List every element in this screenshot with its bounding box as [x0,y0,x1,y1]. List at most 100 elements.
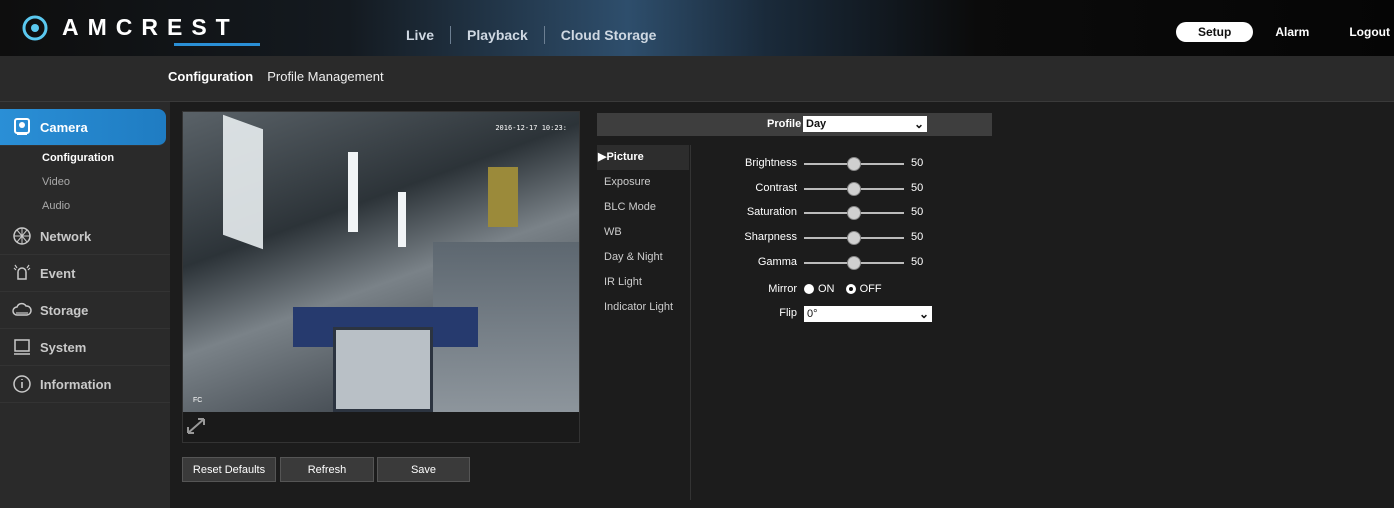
slider-knob[interactable] [847,182,861,196]
contrast-slider[interactable] [804,182,904,196]
camera-preview-image: 2016-12-17 10:23: FC [183,112,579,412]
main-nav: Live Playback Cloud Storage [406,26,656,44]
refresh-button[interactable]: Refresh [280,457,374,482]
sidebar-item-label: Information [40,376,112,392]
menu-divider [690,145,691,500]
menu-item-ir-light[interactable]: IR Light [597,270,689,295]
network-icon [12,226,32,246]
flip-select[interactable]: 0° ⌄ [804,306,932,322]
sidebar-item-label: System [40,339,87,355]
gamma-label: Gamma [757,256,797,268]
sharpness-label: Sharpness [744,231,797,243]
contrast-value: 50 [911,182,924,194]
flip-select-value: 0° [807,308,818,320]
profile-select-value: Day [806,118,827,130]
brand-name: AMCREST [62,14,239,40]
profile-select[interactable]: Day ⌄ [803,116,927,132]
mirror-options: ON OFF [804,283,882,295]
sidebar-item-label: Camera [40,119,88,135]
sidebar-item-storage[interactable]: Storage [0,292,170,329]
brightness-slider[interactable] [804,157,904,171]
reset-defaults-button[interactable]: Reset Defaults [182,457,276,482]
saturation-slider[interactable] [804,206,904,220]
mirror-on-label: ON [818,283,835,295]
menu-item-wb[interactable]: WB [597,220,689,245]
sidebar-item-camera[interactable]: Camera [0,109,166,146]
video-preview-panel: 2016-12-17 10:23: FC [182,111,580,443]
logo: AMCREST [22,14,239,41]
sidebar-item-label: Network [40,228,92,244]
logout-link[interactable]: Logout [1349,25,1390,39]
sidebar-item-label: Event [40,265,76,281]
preview-light [348,152,358,232]
contrast-row: Contrast 50 [700,182,940,196]
slider-knob[interactable] [847,206,861,220]
sharpness-value: 50 [911,231,924,243]
save-button[interactable]: Save [377,457,470,482]
chevron-down-icon: ⌄ [918,307,929,321]
profile-bar: Profile Day ⌄ [597,113,992,136]
menu-item-exposure[interactable]: Exposure [597,170,689,195]
slider-knob[interactable] [847,231,861,245]
nav-playback[interactable]: Playback [467,27,528,43]
sidebar-item-information[interactable]: Information [0,366,170,403]
sharpness-row: Sharpness 50 [700,231,940,245]
saturation-value: 50 [911,206,924,218]
preview-door [333,327,433,412]
chevron-down-icon: ⌄ [913,117,924,131]
contrast-label: Contrast [755,182,797,194]
gamma-slider[interactable] [804,256,904,270]
nav-cloud-storage[interactable]: Cloud Storage [561,27,657,43]
active-tab-indicator [174,43,260,46]
mirror-off-radio[interactable] [845,284,856,295]
amcrest-logo-icon [22,15,48,40]
gamma-row: Gamma 50 [700,256,940,270]
menu-item-blc-mode[interactable]: BLC Mode [597,195,689,220]
monitor-icon [12,337,32,357]
alarm-link[interactable]: Alarm [1275,25,1309,39]
sidebar-sub-configuration[interactable]: Configuration [0,146,170,170]
setup-button[interactable]: Setup [1175,22,1254,42]
slider-knob[interactable] [847,157,861,171]
sidebar-item-label: Storage [40,302,89,318]
preview-object [488,167,518,227]
nav-live[interactable]: Live [406,27,434,43]
sidebar-item-event[interactable]: Event [0,255,170,292]
top-bar: AMCREST Live Playback Cloud Storage Setu… [0,0,1394,56]
settings-menu: ▶Picture Exposure BLC Mode WB Day & Nigh… [597,145,689,505]
preview-channel-tag: FC [193,397,203,404]
sharpness-slider[interactable] [804,231,904,245]
nav-separator [450,26,452,44]
tab-profile-management[interactable]: Profile Management [267,69,383,84]
tab-configuration[interactable]: Configuration [168,69,253,84]
fullscreen-icon[interactable] [185,416,209,438]
flip-row: Flip 0° ⌄ [700,306,940,322]
sub-header: Configuration Profile Management [0,56,1394,102]
cloud-icon [12,300,32,320]
brightness-row: Brightness 50 [700,157,940,171]
camera-icon [12,117,32,137]
preview-light [223,114,263,250]
slider-knob[interactable] [847,256,861,270]
mirror-on-radio[interactable] [804,284,814,295]
menu-item-label: Picture [606,151,644,163]
menu-item-picture[interactable]: ▶Picture [597,145,689,170]
preview-light [398,192,406,247]
flip-label: Flip [779,307,797,319]
preview-timestamp: 2016-12-17 10:23: [495,124,567,132]
saturation-label: Saturation [746,206,797,218]
sidebar-sub-audio[interactable]: Audio [0,194,170,218]
sidebar-item-system[interactable]: System [0,329,170,366]
top-right-nav: Setup Alarm Logout [1175,22,1394,42]
profile-label: Profile [767,118,802,130]
mirror-row: Mirror ON OFF [700,283,940,297]
sidebar-sub-video[interactable]: Video [0,170,170,194]
sidebar-item-network[interactable]: Network [0,218,170,255]
tab-bar: Configuration Profile Management [168,69,384,84]
info-icon [12,374,32,394]
nav-separator [543,26,545,44]
menu-item-day-night[interactable]: Day & Night [597,245,689,270]
sidebar: Camera Configuration Video Audio Network… [0,102,170,508]
menu-item-indicator-light[interactable]: Indicator Light [597,295,689,320]
saturation-row: Saturation 50 [700,206,940,220]
